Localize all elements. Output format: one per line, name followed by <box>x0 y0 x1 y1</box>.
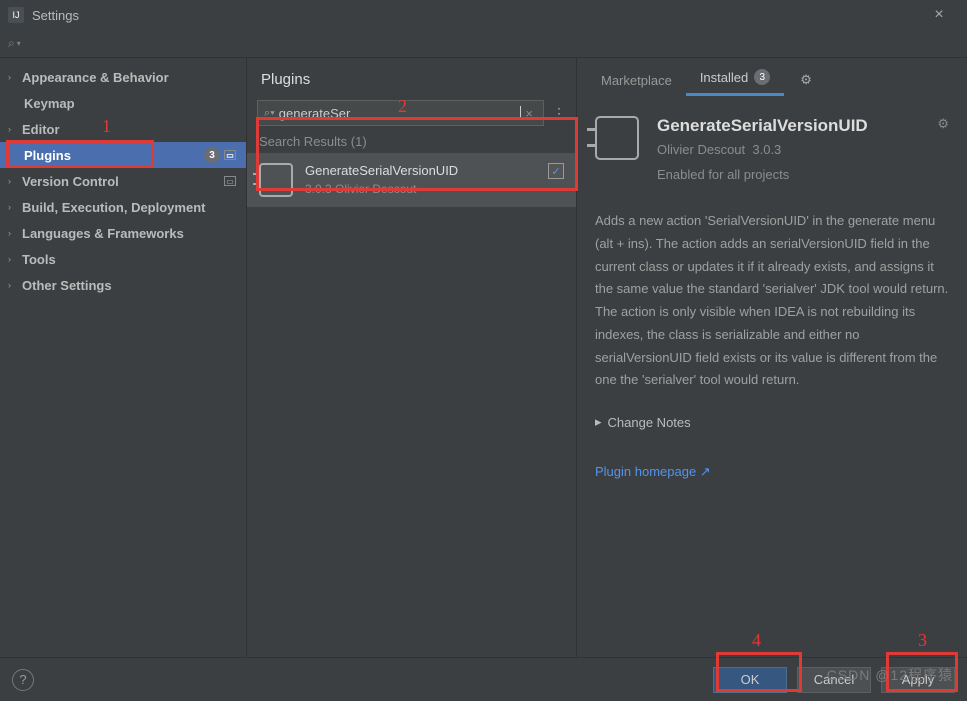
annotation-label-3: 3 <box>918 630 927 651</box>
search-icon[interactable]: ⌕ <box>8 36 15 51</box>
panel-title: Plugins <box>247 71 324 96</box>
top-search-bar: ⌕▾ <box>0 30 967 58</box>
project-icon: ▭ <box>224 176 236 186</box>
chevron-right-icon: › <box>8 280 18 290</box>
plugin-description: Adds a new action 'SerialVersionUID' in … <box>595 210 949 392</box>
titlebar: IJ Settings × <box>0 0 967 30</box>
plugin-name: GenerateSerialVersionUID <box>305 163 548 178</box>
plugin-icon <box>595 116 639 160</box>
annotation-label-4: 4 <box>752 630 761 651</box>
sidebar-item-build[interactable]: ›Build, Execution, Deployment <box>0 194 246 220</box>
app-icon: IJ <box>8 7 24 23</box>
badge: 3 <box>754 69 770 85</box>
search-dropdown-icon[interactable]: ▾ <box>17 39 21 48</box>
apply-button[interactable]: Apply <box>881 667 955 693</box>
sidebar-item-plugins[interactable]: Plugins3▭ <box>0 142 246 168</box>
window-title: Settings <box>32 8 919 23</box>
sidebar-item-vcs[interactable]: ›Version Control▭ <box>0 168 246 194</box>
annotation-label-2: 2 <box>398 96 407 117</box>
chevron-right-icon: › <box>8 202 18 212</box>
badge: 3 <box>204 147 220 163</box>
plugin-homepage-link[interactable]: Plugin homepage ↗ <box>595 464 949 480</box>
clear-icon[interactable]: × <box>521 106 537 121</box>
plugin-meta: 3.0.3 Olivier Descout <box>305 182 548 196</box>
sidebar-item-editor[interactable]: ›Editor <box>0 116 246 142</box>
ok-button[interactable]: OK <box>713 667 787 693</box>
project-icon: ▭ <box>224 150 236 160</box>
results-header: Search Results (1) <box>247 130 576 153</box>
chevron-right-icon: ▸ <box>595 414 602 430</box>
sidebar-item-other[interactable]: ›Other Settings <box>0 272 246 298</box>
close-icon[interactable]: × <box>919 6 959 24</box>
more-icon[interactable]: ⋮ <box>552 105 566 122</box>
plugin-enabled-checkbox[interactable]: ✓ <box>548 163 564 179</box>
gear-icon[interactable]: ⚙ <box>937 116 949 182</box>
tab-installed[interactable]: Installed3 <box>686 69 784 96</box>
change-notes-toggle[interactable]: ▸Change Notes <box>595 414 949 430</box>
sidebar-item-appearance[interactable]: ›Appearance & Behavior <box>0 64 246 90</box>
detail-plugin-name: GenerateSerialVersionUID <box>657 116 937 136</box>
tab-marketplace[interactable]: Marketplace <box>587 73 686 96</box>
chevron-right-icon: › <box>8 124 18 134</box>
sidebar-item-keymap[interactable]: Keymap <box>0 90 246 116</box>
dialog-footer: ? OK Cancel Apply <box>0 657 967 701</box>
plugin-detail-panel: Marketplace Installed3 ⚙ GenerateSerialV… <box>577 58 967 658</box>
chevron-right-icon: › <box>8 72 18 82</box>
chevron-right-icon: › <box>8 176 18 186</box>
gear-icon[interactable]: ⚙ <box>800 72 812 96</box>
search-icon: ⌕▾ <box>264 107 275 120</box>
sidebar-item-tools[interactable]: ›Tools <box>0 246 246 272</box>
annotation-label-1: 1 <box>102 116 111 137</box>
chevron-right-icon: › <box>8 228 18 238</box>
sidebar: ›Appearance & Behavior Keymap ›Editor Pl… <box>0 58 247 658</box>
chevron-right-icon: › <box>8 254 18 264</box>
plugin-list-panel: Plugins ⌕▾ generateSer × ⋮ Search Result… <box>247 58 577 658</box>
cancel-button[interactable]: Cancel <box>797 667 871 693</box>
detail-author: Olivier Descout 3.0.3 <box>657 142 937 157</box>
plugin-result-row[interactable]: GenerateSerialVersionUID 3.0.3 Olivier D… <box>247 153 576 207</box>
sidebar-item-languages[interactable]: ›Languages & Frameworks <box>0 220 246 246</box>
detail-enabled: Enabled for all projects <box>657 167 937 182</box>
plugin-icon <box>259 163 293 197</box>
help-icon[interactable]: ? <box>12 669 34 691</box>
